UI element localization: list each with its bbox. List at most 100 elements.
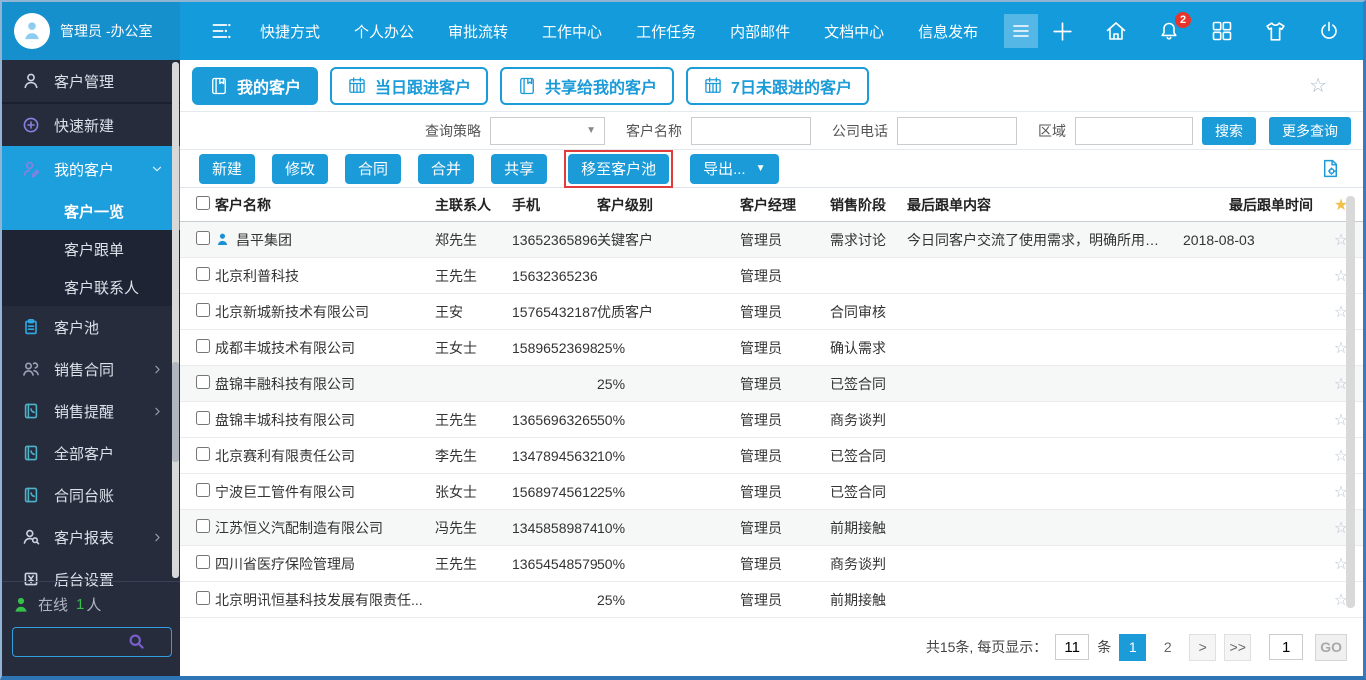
row-checkbox[interactable] (196, 231, 210, 245)
topnav-item-shortcuts[interactable]: 快捷方式 (260, 21, 320, 42)
sidebar-item-customer-follow[interactable]: 客户跟单 (2, 230, 180, 268)
company-phone-input[interactable] (897, 117, 1017, 145)
row-checkbox[interactable] (196, 555, 210, 569)
sidebar-search-input[interactable] (12, 627, 172, 657)
star-outline-icon[interactable]: ☆ (1319, 302, 1363, 322)
sidebar-item-customer-management[interactable]: 客户管理 (2, 60, 180, 102)
star-outline-icon[interactable]: ☆ (1319, 266, 1363, 286)
star-outline-icon[interactable]: ☆ (1319, 590, 1363, 610)
next-page-button[interactable]: > (1189, 634, 1216, 661)
per-page-input[interactable] (1055, 634, 1089, 660)
star-outline-icon[interactable]: ☆ (1319, 446, 1363, 466)
row-checkbox[interactable] (196, 447, 210, 461)
row-checkbox[interactable] (196, 411, 210, 425)
sidebar-item-customer-contacts[interactable]: 客户联系人 (2, 268, 180, 306)
page-button-1[interactable]: 1 (1119, 634, 1146, 661)
row-checkbox[interactable] (196, 303, 210, 317)
move-to-pool-button[interactable]: 移至客户池 (568, 154, 669, 184)
go-button[interactable]: GO (1315, 634, 1347, 661)
star-filled-icon[interactable]: ★ (1319, 195, 1363, 215)
share-button[interactable]: 共享 (491, 154, 547, 184)
star-outline-icon[interactable]: ☆ (1319, 482, 1363, 502)
table-row[interactable]: 北京新城新技术有限公司 王安 15765432187 优质客户 管理员 合同审核… (180, 294, 1363, 330)
tab-not-followed-7days[interactable]: 7日未跟进的客户 (686, 67, 869, 105)
plus-icon[interactable] (1050, 19, 1075, 44)
topnav-item-approval-flow[interactable]: 审批流转 (448, 21, 508, 42)
user-menu[interactable]: 管理员 -办公室 (2, 2, 180, 60)
region-input[interactable] (1075, 117, 1193, 145)
page-button-2[interactable]: 2 (1154, 634, 1181, 661)
table-scrollbar[interactable] (1346, 196, 1355, 608)
sidebar-item-customer-pool[interactable]: 客户池 (2, 306, 180, 348)
bell-icon[interactable]: 2 (1157, 19, 1181, 43)
row-checkbox[interactable] (196, 591, 210, 605)
table-row[interactable]: 宁波巨工管件有限公司 张女士 15689745612 25% 管理员 已签合同 … (180, 474, 1363, 510)
topnav-item-personal-office[interactable]: 个人办公 (354, 21, 414, 42)
star-outline-icon[interactable]: ☆ (1319, 410, 1363, 430)
linkman-icon[interactable] (215, 232, 230, 247)
table-row[interactable]: 盘锦丰城科技有限公司 王先生 13656963265 50% 管理员 商务谈判 … (180, 402, 1363, 438)
star-outline-icon[interactable]: ☆ (1319, 554, 1363, 574)
collapse-menu-icon[interactable] (208, 18, 234, 44)
new-button[interactable]: 新建 (199, 154, 255, 184)
sidebar-item-quick-create[interactable]: 快速新建 (2, 104, 180, 146)
tab-my-customers[interactable]: 我的客户 (192, 67, 318, 105)
table-row[interactable]: 江苏恒义汽配制造有限公司 冯先生 13458589874 10% 管理员 前期接… (180, 510, 1363, 546)
power-icon[interactable] (1317, 19, 1341, 43)
star-outline-icon[interactable]: ☆ (1319, 518, 1363, 538)
topnav-item-info-publish[interactable]: 信息发布 (918, 21, 978, 42)
sidebar-item-customer-reports[interactable]: 客户报表 (2, 516, 180, 558)
star-outline-icon[interactable]: ☆ (1319, 338, 1363, 358)
home-icon[interactable] (1104, 19, 1128, 43)
sidebar-scrollbar[interactable] (172, 62, 179, 578)
sidebar-item-all-customers[interactable]: 全部客户 (2, 432, 180, 474)
strategy-select[interactable]: ▼ (490, 117, 605, 145)
merge-button[interactable]: 合并 (418, 154, 474, 184)
table-row[interactable]: 四川省医疗保险管理局 王先生 13654548579 50% 管理员 商务谈判 … (180, 546, 1363, 582)
tab-shared-with-me[interactable]: 共享给我的客户 (500, 67, 674, 105)
customer-name-input[interactable] (691, 117, 811, 145)
last-page-button[interactable]: >> (1224, 634, 1251, 661)
topnav-item-work-tasks[interactable]: 工作任务 (636, 21, 696, 42)
more-menu-icon[interactable] (1004, 14, 1038, 48)
export-dropdown-button[interactable]: 导出... ▼ (690, 154, 778, 184)
sidebar-item-my-customers[interactable]: 我的客户 (2, 146, 180, 192)
sidebar-item-contract-ledger[interactable]: 合同台账 (2, 474, 180, 516)
tshirt-theme-icon[interactable] (1263, 19, 1288, 44)
row-checkbox[interactable] (196, 267, 210, 281)
table-header: 客户名称 主联系人 手机 客户级别 客户经理 销售阶段 最后跟单内容 最后跟单时… (180, 188, 1363, 222)
row-checkbox[interactable] (196, 339, 210, 353)
export-settings-icon[interactable] (1320, 158, 1341, 179)
topnav-item-work-center[interactable]: 工作中心 (542, 21, 602, 42)
caret-down-icon: ▼ (586, 125, 596, 136)
star-outline-icon[interactable]: ☆ (1319, 374, 1363, 394)
topnav-item-internal-mail[interactable]: 内部邮件 (730, 21, 790, 42)
user-name: 管理员 -办公室 (60, 21, 153, 41)
row-checkbox[interactable] (196, 483, 210, 497)
sidebar-item-customer-overview[interactable]: 客户一览 (2, 192, 180, 230)
tab-today-followed[interactable]: 当日跟进客户 (330, 67, 488, 105)
sidebar-item-sales-contracts[interactable]: 销售合同 (2, 348, 180, 390)
contract-button[interactable]: 合同 (345, 154, 401, 184)
table-row[interactable]: 昌平集团 郑先生 13652365896 关键客户 管理员 需求讨论 今日同客户… (180, 222, 1363, 258)
sidebar-item-sales-reminders[interactable]: 销售提醒 (2, 390, 180, 432)
star-outline-icon[interactable]: ☆ (1319, 230, 1363, 250)
topnav-item-document-center[interactable]: 文档中心 (824, 21, 884, 42)
more-search-button[interactable]: 更多查询 (1269, 117, 1351, 145)
table-row[interactable]: 北京明讯恒基科技发展有限责任... 25% 管理员 前期接触 ☆ (180, 582, 1363, 618)
table-row[interactable]: 成都丰城技术有限公司 王女士 15896523698 25% 管理员 确认需求 … (180, 330, 1363, 366)
row-checkbox[interactable] (196, 375, 210, 389)
goto-page-input[interactable] (1269, 634, 1303, 660)
edit-button[interactable]: 修改 (272, 154, 328, 184)
favorite-page-star-icon[interactable]: ☆ (1309, 73, 1327, 98)
apps-grid-icon[interactable] (1210, 19, 1234, 43)
table-row[interactable]: 北京利普科技 王先生 15632365236 管理员 ☆ (180, 258, 1363, 294)
row-checkbox[interactable] (196, 519, 210, 533)
customer-name: 四川省医疗保险管理局 (215, 554, 355, 574)
search-button[interactable]: 搜索 (1202, 117, 1256, 145)
table-row[interactable]: 盘锦丰融科技有限公司 25% 管理员 已签合同 ☆ (180, 366, 1363, 402)
search-icon[interactable] (127, 632, 146, 656)
select-all-checkbox[interactable] (196, 196, 210, 210)
table-row[interactable]: 北京赛利有限责任公司 李先生 13478945632 10% 管理员 已签合同 … (180, 438, 1363, 474)
phonebook-icon (22, 402, 40, 420)
